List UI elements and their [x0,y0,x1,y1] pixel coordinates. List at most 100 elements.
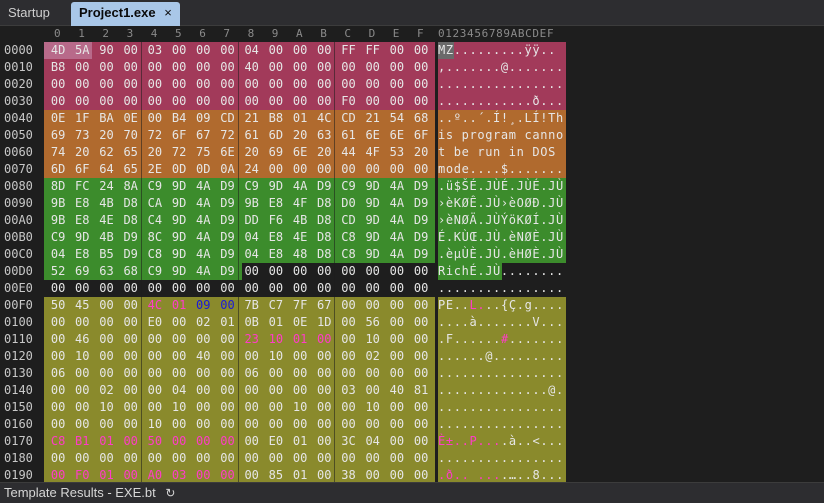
hex-byte[interactable]: D9 [215,263,239,280]
hex-byte[interactable]: 4B [94,195,118,212]
hex-byte[interactable]: 04 [240,246,264,263]
hex-byte[interactable]: 00 [240,382,264,399]
hex-byte[interactable]: 00 [70,365,94,382]
hex-byte[interactable]: 00 [143,348,167,365]
hex-byte[interactable]: 7F [288,297,312,314]
hex-byte[interactable]: 00 [312,399,336,416]
hex-byte[interactable]: 00 [94,314,118,331]
hex-byte[interactable]: 00 [143,76,167,93]
hex-byte[interactable]: 00 [167,331,191,348]
hex-byte[interactable]: 00 [312,348,336,365]
hex-byte[interactable]: 4F [361,144,385,161]
hex-byte[interactable]: 00 [312,433,336,450]
ascii-text[interactable]: RichÉ.JÙ........ [438,263,566,280]
hex-byte[interactable]: 02 [191,314,215,331]
hex-byte[interactable]: 00 [336,76,360,93]
hex-byte[interactable]: D0 [336,195,360,212]
hex-byte[interactable]: D9 [409,212,433,229]
hex-byte[interactable]: 01 [215,314,239,331]
hex-byte[interactable]: 00 [288,450,312,467]
hex-byte[interactable]: 00 [361,416,385,433]
hex-byte[interactable]: 70 [119,127,143,144]
hex-byte[interactable]: 00 [119,450,143,467]
hex-byte[interactable]: 4B [94,229,118,246]
hex-byte[interactable]: 4A [191,229,215,246]
hex-byte[interactable]: 4F [288,195,312,212]
hex-byte[interactable]: D9 [119,229,143,246]
hex-byte[interactable]: 6F [167,127,191,144]
ascii-text[interactable]: É.KÙŒ.JÙ.èNØÈ.JÙ [438,229,566,246]
hex-byte[interactable]: 00 [336,161,360,178]
hex-byte[interactable]: 00 [312,76,336,93]
hex-byte[interactable]: 00 [288,42,312,59]
hex-byte[interactable]: 4A [191,195,215,212]
hex-byte[interactable]: 6E [385,127,409,144]
hex-byte[interactable]: E8 [264,229,288,246]
hex-byte[interactable]: D9 [119,246,143,263]
hex-byte[interactable]: 00 [409,161,433,178]
hex-byte[interactable]: 01 [264,314,288,331]
ascii-text[interactable]: È±..P....à..<... [438,433,566,450]
hex-byte[interactable]: 00 [385,450,409,467]
ascii-text[interactable]: mode....$....... [438,161,566,178]
hex-byte[interactable]: 00 [385,416,409,433]
hex-byte[interactable]: C7 [264,297,288,314]
hex-byte[interactable]: 00 [119,365,143,382]
hex-byte[interactable]: 0E [46,110,70,127]
ascii-text[interactable]: ................ [438,76,566,93]
ascii-text[interactable]: t be run in DOS [438,144,566,161]
hex-byte[interactable]: D9 [215,212,239,229]
hex-byte[interactable]: BA [94,110,118,127]
hex-byte[interactable]: E0 [143,314,167,331]
hex-byte[interactable]: 00 [336,450,360,467]
hex-row[interactable]: 0020 00 00 00 00 00 00 00 00 00 00 00 00 00 00 00 00....… [0,76,824,93]
hex-byte[interactable]: 00 [312,365,336,382]
ascii-text[interactable]: .èµÙÈ.JÙ.èHØÈ.JÙ [438,246,566,263]
hex-byte[interactable]: 00 [94,280,118,297]
hex-byte[interactable]: 00 [385,314,409,331]
hex-byte[interactable]: 75 [191,144,215,161]
hex-byte[interactable]: 0B [240,314,264,331]
hex-byte[interactable]: C9 [46,229,70,246]
hex-row[interactable]: 00B0 C9 9D 4B D9 8C 9D 4A D9 04 E8 4E D8 C8 9D 4A D9 É.KÙ… [0,229,824,246]
hex-byte[interactable]: 9D [167,178,191,195]
hex-byte[interactable]: DD [240,212,264,229]
hex-row[interactable]: 0110 00 46 00 00 00 00 00 00 23 10 01 00 00 10 00 00 .F..… [0,331,824,348]
hex-byte[interactable]: 00 [215,416,239,433]
hex-byte[interactable]: 9D [167,263,191,280]
hex-byte[interactable]: 00 [191,59,215,76]
hex-byte[interactable]: D9 [215,195,239,212]
hex-byte[interactable]: 10 [264,348,288,365]
hex-byte[interactable]: E8 [70,212,94,229]
hex-byte[interactable]: 00 [240,263,264,280]
hex-byte[interactable]: 00 [119,348,143,365]
hex-byte[interactable]: 9B [46,195,70,212]
hex-byte[interactable]: 00 [264,76,288,93]
hex-row[interactable]: 0130 06 00 00 00 00 00 00 00 06 00 00 00 00 00 00 00....… [0,365,824,382]
hex-byte[interactable]: 00 [167,76,191,93]
hex-byte[interactable]: 00 [264,93,288,110]
hex-byte[interactable]: 10 [167,399,191,416]
hex-row[interactable]: 0120 00 10 00 00 00 00 40 00 00 10 00 00 00 02 00 00....… [0,348,824,365]
hex-byte[interactable]: 21 [240,110,264,127]
hex-byte[interactable]: 00 [336,399,360,416]
hex-byte[interactable]: 00 [215,59,239,76]
hex-byte[interactable]: 50 [46,297,70,314]
hex-byte[interactable]: 00 [46,450,70,467]
hex-byte[interactable]: 48 [288,246,312,263]
hex-byte[interactable]: 00 [119,59,143,76]
hex-byte[interactable]: 4C [143,297,167,314]
hex-byte[interactable]: 00 [240,399,264,416]
hex-byte[interactable]: 8A [119,178,143,195]
hex-byte[interactable]: 00 [70,382,94,399]
hex-byte[interactable]: 67 [191,127,215,144]
hex-byte[interactable]: 00 [264,280,288,297]
hex-byte[interactable]: 4E [94,212,118,229]
hex-byte[interactable]: D8 [312,195,336,212]
hex-row[interactable]: 0160 00 00 00 00 10 00 00 00 00 00 00 00 00 00 00 00....… [0,416,824,433]
hex-byte[interactable]: 4A [288,178,312,195]
hex-byte[interactable]: 00 [336,59,360,76]
hex-byte[interactable]: 6E [288,144,312,161]
hex-byte[interactable]: 00 [288,348,312,365]
hex-row[interactable]: 0150 00 00 10 00 00 10 00 00 00 00 10 00 00 10 00 00....… [0,399,824,416]
